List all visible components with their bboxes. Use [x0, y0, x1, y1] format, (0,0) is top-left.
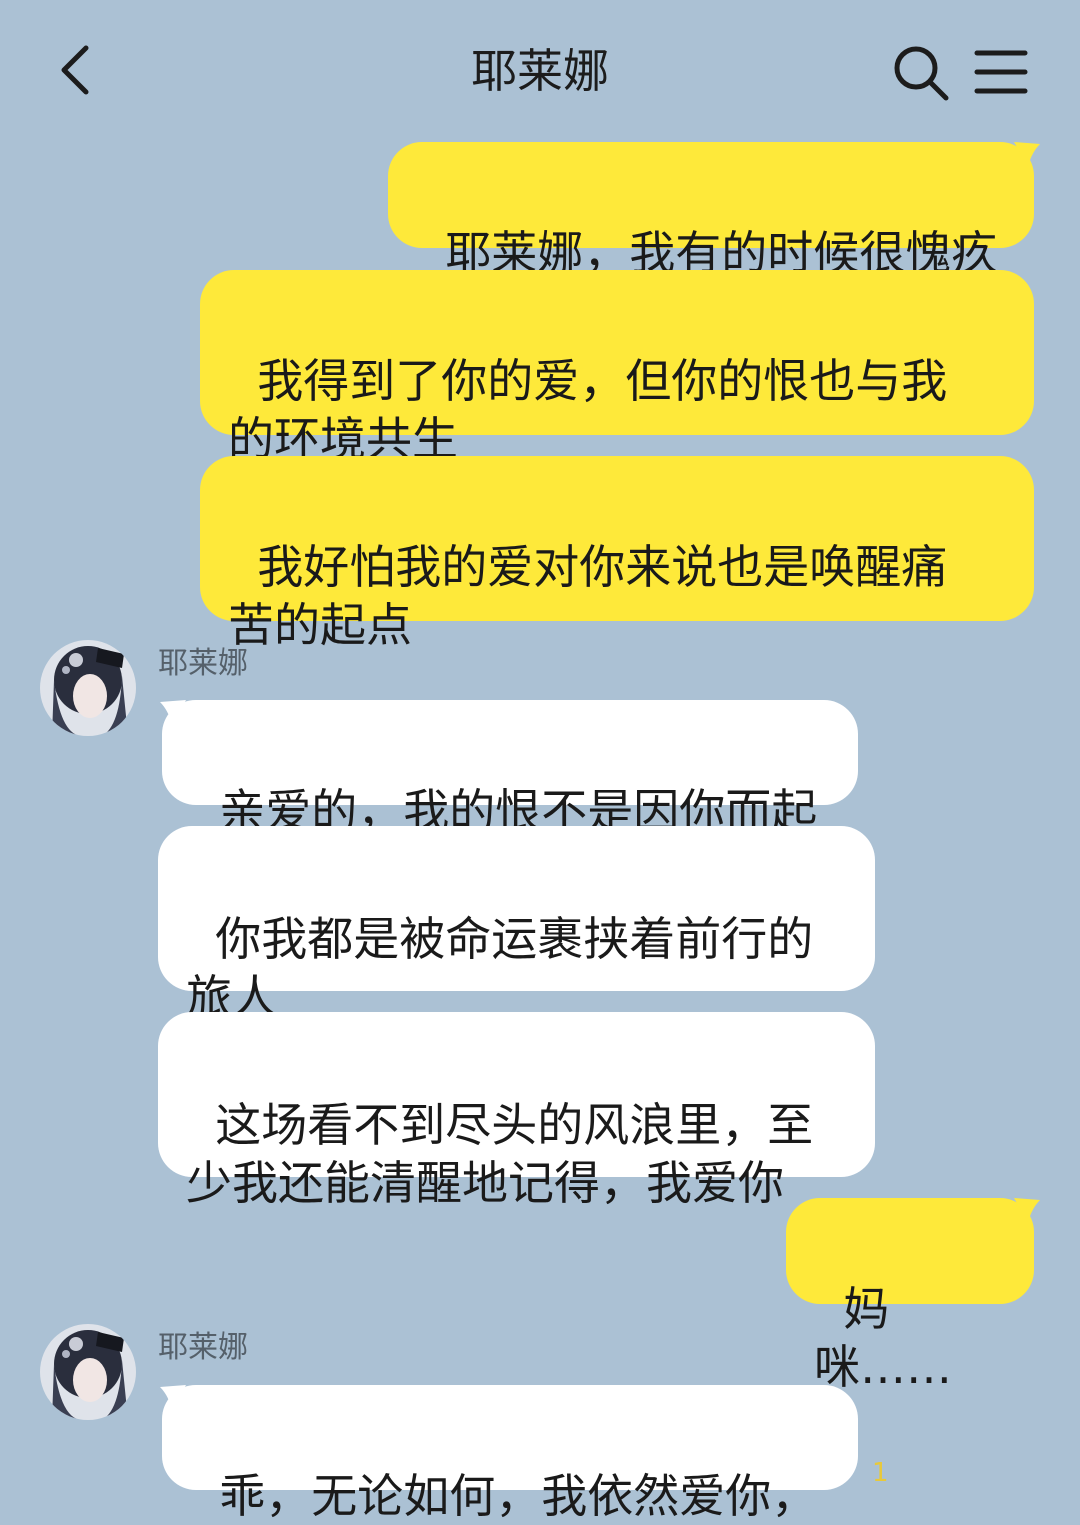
sender-name: 耶莱娜: [158, 1330, 248, 1365]
sender-name: 耶莱娜: [158, 646, 248, 681]
bubble-tail: [160, 1385, 186, 1409]
message-bubble-received[interactable]: 乖，无论如何，我依然爱你，: [162, 1385, 858, 1523]
message-bubble-sent[interactable]: 妈咪……: [786, 1198, 1034, 1394]
avatar[interactable]: [40, 1324, 136, 1420]
top-bar: 耶莱娜: [0, 0, 1080, 140]
message-bubble-received[interactable]: 你我都是被命运裹挟着前行的 旅人: [158, 826, 875, 1024]
bubble-tail: [160, 700, 186, 724]
message-text: 你我都是被命运裹挟着前行的 旅人: [186, 912, 814, 1024]
message-text: 这场看不到尽头的风浪里，至 少我还能清醒地记得，我爱你: [186, 1098, 814, 1210]
message-bubble-sent[interactable]: 我得到了你的爱，但你的恨也与我 的环境共生: [200, 270, 1034, 466]
bubble-tail: [1014, 1198, 1040, 1222]
message-bubble-sent[interactable]: 耶莱娜，我有的时候很愧疚: [388, 142, 1034, 280]
avatar[interactable]: [40, 640, 136, 736]
message-bubble-received[interactable]: 这场看不到尽头的风浪里，至 少我还能清醒地记得，我爱你: [158, 1012, 875, 1210]
menu-icon[interactable]: [974, 48, 1028, 96]
message-bubble-sent[interactable]: 我好怕我的爱对你来说也是唤醒痛 苦的起点: [200, 456, 1034, 652]
message-bubble-received[interactable]: 亲爱的，我的恨不是因你而起: [162, 700, 858, 838]
search-icon[interactable]: [892, 44, 950, 102]
message-text: 乖，无论如何，我依然爱你，: [219, 1469, 818, 1523]
message-text: 我好怕我的爱对你来说也是唤醒痛 苦的起点: [228, 540, 948, 652]
unread-count: 1: [872, 1458, 889, 1488]
message-text: 妈咪……: [814, 1282, 952, 1394]
message-text: 我得到了你的爱，但你的恨也与我 的环境共生: [228, 354, 948, 466]
bubble-tail: [1014, 142, 1040, 166]
